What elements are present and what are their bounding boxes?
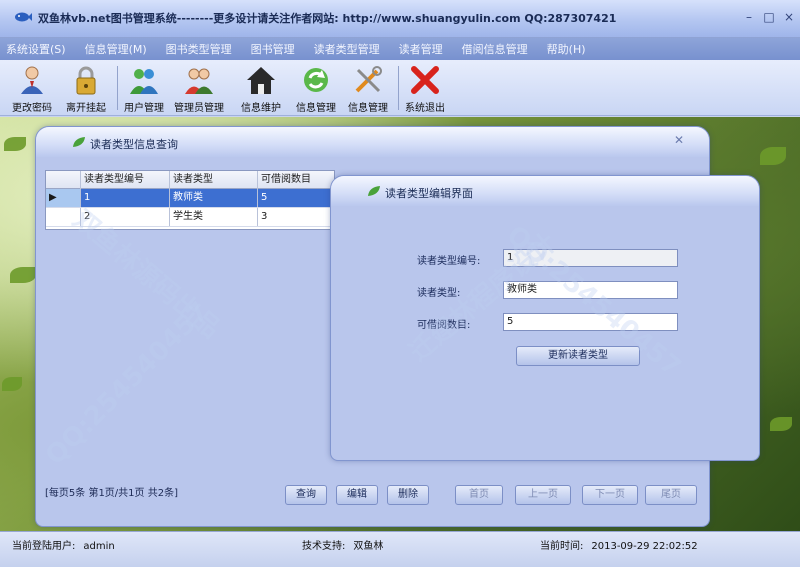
menu-book-type-management[interactable]: 图书类型管理: [166, 41, 232, 57]
cell-type[interactable]: 学生类: [170, 208, 258, 226]
suspend-button[interactable]: 离开挂起: [59, 62, 113, 114]
menu-reader-management[interactable]: 读者管理: [399, 41, 443, 57]
user-key-icon: [21, 66, 43, 94]
reader-type-id-label: 读者类型编号:: [417, 256, 481, 267]
close-button[interactable]: ×: [780, 8, 798, 26]
menu-help[interactable]: 帮助(H): [547, 41, 586, 57]
minimize-button[interactable]: –: [740, 8, 758, 26]
fish-logo-icon: [15, 12, 32, 22]
table-header: 读者类型编号 读者类型 可借阅数目: [46, 171, 334, 189]
leaf-decoration: [2, 377, 22, 391]
row-selector-header: [46, 171, 81, 189]
info-maintenance-button[interactable]: 信息维护: [234, 62, 288, 114]
menu-system-settings[interactable]: 系统设置(S): [6, 41, 66, 57]
edit-window-title: 读者类型编辑界面: [385, 187, 473, 200]
leaf-decoration: [4, 137, 26, 151]
cell-count[interactable]: 5: [258, 189, 336, 207]
next-page-button[interactable]: 下一页: [582, 485, 638, 505]
query-window-title: 读者类型信息查询: [90, 138, 178, 151]
admins-icon: [185, 68, 213, 94]
table-row[interactable]: 2 学生类 3: [46, 208, 334, 227]
status-bar: 当前登陆用户: admin 技术支持: 双鱼林 当前时间: 2013-09-29 22…: [0, 531, 800, 567]
borrow-count-label: 可借阅数目:: [417, 320, 471, 331]
change-password-button[interactable]: 更改密码: [5, 62, 59, 114]
menu-book-management[interactable]: 图书管理: [251, 41, 295, 57]
leaf-icon: [368, 186, 380, 196]
menu-borrow-management[interactable]: 借阅信息管理: [462, 41, 528, 57]
reader-type-table: 读者类型编号 读者类型 可借阅数目 ▶ 1 教师类 5 2 学生类 3: [45, 170, 336, 230]
first-page-button[interactable]: 首页: [455, 485, 503, 505]
menu-bar: 系统设置(S) 信息管理(M) 图书类型管理 图书管理 读者类型管理 读者管理 …: [0, 38, 800, 60]
users-icon: [130, 69, 158, 94]
reader-type-field[interactable]: 教师类: [503, 281, 678, 299]
table-row[interactable]: ▶ 1 教师类 5: [46, 189, 336, 208]
cell-type[interactable]: 教师类: [170, 189, 258, 207]
exit-button[interactable]: 系统退出: [398, 62, 452, 114]
reader-type-id-field[interactable]: 1: [503, 249, 678, 267]
cell-id[interactable]: 1: [81, 189, 170, 207]
admin-management-button[interactable]: 管理员管理: [172, 62, 226, 114]
leaf-decoration: [760, 147, 786, 165]
delete-button[interactable]: 删除: [387, 485, 429, 505]
title-bar: 双鱼林vb.net图书管理系统--------更多设计请关注作者网站: http…: [0, 0, 800, 38]
query-button[interactable]: 查询: [285, 485, 327, 505]
exit-cross-icon: [411, 66, 439, 94]
info-management-button-1[interactable]: 信息管理: [289, 62, 343, 114]
row-selector[interactable]: [46, 208, 81, 226]
row-selector[interactable]: ▶: [46, 189, 81, 207]
pagination-info: [每页5条 第1页/共1页 共2条]: [45, 488, 178, 499]
last-page-button[interactable]: 尾页: [645, 485, 697, 505]
query-window-header: 读者类型信息查询 ✕: [36, 127, 709, 157]
tech-support-status: 技术支持: 双鱼林: [302, 541, 384, 552]
info-management-button-2[interactable]: 信息管理: [341, 62, 395, 114]
current-time-status: 当前时间: 2013-09-29 22:02:52: [540, 541, 698, 552]
recycle-icon: [304, 68, 328, 92]
edit-window-header: 读者类型编辑界面: [331, 176, 759, 206]
toolbar: 更改密码 离开挂起 用户管理 管理员管理 信息维护 信息管理 信息管理 系统退出: [0, 60, 800, 116]
current-user-status: 当前登陆用户: admin: [12, 541, 115, 552]
leaf-icon: [73, 137, 85, 147]
leaf-decoration: [10, 267, 36, 283]
leaf-decoration: [770, 417, 792, 431]
reader-type-label: 读者类型:: [417, 288, 461, 299]
prev-page-button[interactable]: 上一页: [515, 485, 571, 505]
borrow-count-field[interactable]: 5: [503, 313, 678, 331]
cell-id[interactable]: 2: [81, 208, 170, 226]
app-title: 双鱼林vb.net图书管理系统--------更多设计请关注作者网站: http…: [38, 12, 617, 25]
column-header[interactable]: 读者类型编号: [81, 171, 170, 189]
menu-info-management[interactable]: 信息管理(M): [85, 41, 147, 57]
padlock-icon: [76, 66, 96, 95]
query-window-close-icon[interactable]: ✕: [674, 133, 684, 147]
tools-icon: [355, 66, 382, 93]
column-header[interactable]: 可借阅数目: [258, 171, 336, 189]
menu-reader-type-management[interactable]: 读者类型管理: [314, 41, 380, 57]
update-reader-type-button[interactable]: 更新读者类型: [516, 346, 640, 366]
maximize-button[interactable]: □: [760, 8, 778, 26]
edit-button[interactable]: 编辑: [336, 485, 378, 505]
user-management-button[interactable]: 用户管理: [117, 62, 171, 114]
house-icon: [247, 67, 275, 94]
cell-count[interactable]: 3: [258, 208, 336, 226]
column-header[interactable]: 读者类型: [170, 171, 258, 189]
